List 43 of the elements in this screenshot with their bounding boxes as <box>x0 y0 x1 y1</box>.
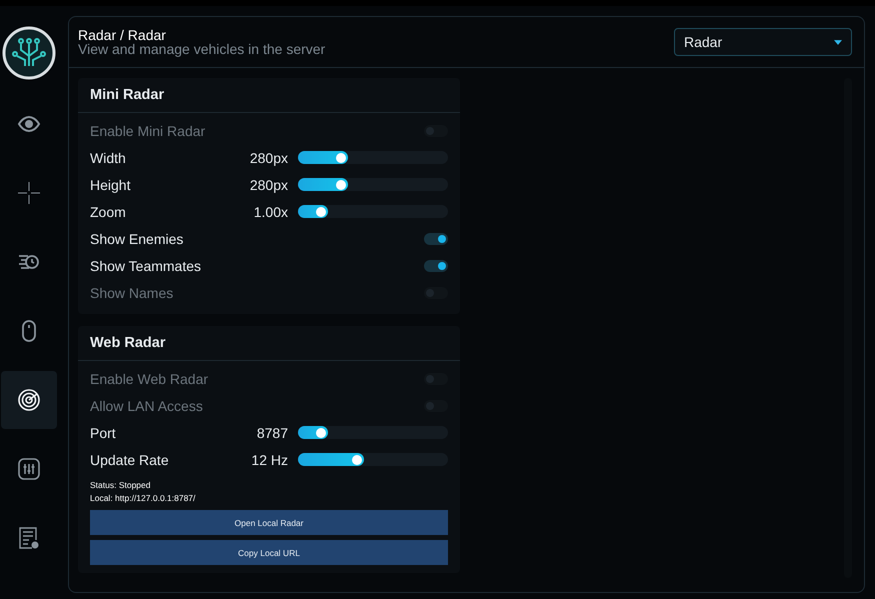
setting-label: Allow LAN Access <box>90 398 204 414</box>
setting-label: Show Teammates <box>90 258 202 274</box>
setting-label: Show Names <box>90 284 174 300</box>
page-title: Radar / Radar <box>78 28 167 42</box>
action-button[interactable]: Copy Local URL <box>90 540 448 565</box>
page-subtitle: View and manage vehicles in the server <box>78 42 326 56</box>
toggle-switch[interactable] <box>424 124 448 136</box>
status-text: Status: Stopped <box>90 479 152 492</box>
slider-fill[interactable] <box>298 151 348 164</box>
slider-value: 12 Hz <box>251 452 288 468</box>
action-button[interactable]: Open Local Radar <box>90 510 448 535</box>
setting-label: Enable Mini Radar <box>90 122 206 138</box>
setting-label: Show Enemies <box>90 230 184 246</box>
setting-label: Enable Web Radar <box>90 370 210 386</box>
tree-logo-icon <box>2 26 56 80</box>
setting-label: Zoom <box>90 204 127 220</box>
toggle-switch[interactable] <box>424 286 448 298</box>
slider-fill[interactable] <box>298 453 364 466</box>
radar-icon <box>17 388 41 412</box>
category-dropdown[interactable]: Radar <box>674 28 852 56</box>
toggle-switch[interactable] <box>424 400 448 412</box>
section-title: Mini Radar <box>78 78 460 113</box>
nav-item[interactable] <box>1 371 57 429</box>
setting-label: Height <box>90 176 132 192</box>
toggle-switch[interactable] <box>424 232 448 244</box>
slider-fill[interactable] <box>298 178 348 191</box>
slider-value: 1.00x <box>254 204 288 220</box>
sliders-icon <box>17 457 41 481</box>
slider-value: 8787 <box>256 424 288 440</box>
slider-value: 280px <box>250 150 288 166</box>
caret-icon <box>834 40 842 44</box>
setting-label: Update Rate <box>90 452 170 468</box>
status-text: Local: http://127.0.0.1:8787/ <box>90 492 196 505</box>
setting-label: Port <box>90 424 117 440</box>
slider-fill[interactable] <box>298 426 328 439</box>
setting-label: Width <box>90 150 127 166</box>
toggle-switch[interactable] <box>424 372 448 384</box>
slider-value: 280px <box>250 176 288 192</box>
section-title: Web Radar <box>78 326 460 361</box>
toggle-switch[interactable] <box>424 260 448 272</box>
crosshair-icon <box>17 181 41 205</box>
list-bug-icon <box>17 526 41 550</box>
slider-fill[interactable] <box>298 205 328 218</box>
